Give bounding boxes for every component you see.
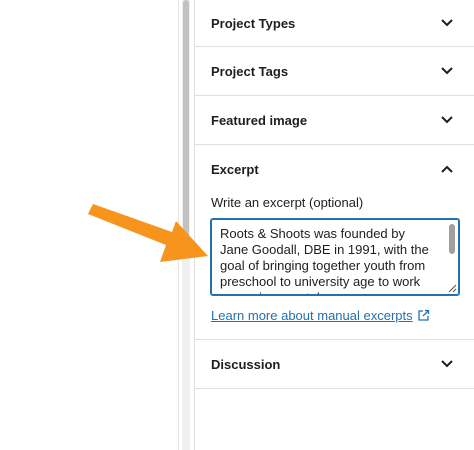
panel-title: Discussion — [211, 356, 281, 372]
panel-title: Excerpt — [211, 161, 259, 177]
chevron-down-icon — [435, 59, 459, 83]
chevron-up-icon — [435, 157, 459, 181]
learn-more-excerpts-link[interactable]: Learn more about manual excerpts — [211, 308, 430, 323]
panel-excerpt: Excerpt Write an excerpt (optional) Root… — [195, 145, 474, 340]
panel-title: Project Types — [211, 15, 296, 31]
excerpt-textarea-frame: Roots & Shoots was founded by Jane Gooda… — [211, 219, 459, 295]
chevron-down-icon — [435, 108, 459, 132]
excerpt-textarea[interactable]: Roots & Shoots was founded by Jane Gooda… — [212, 220, 444, 294]
panel-title: Project Tags — [211, 63, 289, 79]
panel-project-types-toggle[interactable]: Project Types — [195, 0, 474, 46]
chevron-down-icon — [435, 11, 459, 35]
panel-featured-image-toggle[interactable]: Featured image — [195, 96, 474, 144]
panel-project-types: Project Types — [195, 0, 474, 47]
learn-more-link-text: Learn more about manual excerpts — [211, 308, 413, 323]
panel-project-tags: Project Tags — [195, 47, 474, 96]
panel-featured-image: Featured image — [195, 96, 474, 145]
panel-title: Featured image — [211, 112, 308, 128]
excerpt-label: Write an excerpt (optional) — [211, 195, 364, 210]
settings-sidebar: Project Types Project Tags Featured imag… — [194, 0, 474, 450]
orange-arrow-annotation-icon — [88, 204, 208, 262]
panel-excerpt-toggle[interactable]: Excerpt — [195, 145, 474, 193]
panel-discussion-toggle[interactable]: Discussion — [195, 340, 474, 388]
chevron-down-icon — [435, 352, 459, 376]
external-link-icon — [417, 309, 429, 321]
textarea-scrollbar-thumb[interactable] — [449, 224, 455, 254]
resize-handle-icon[interactable] — [448, 284, 457, 293]
panel-discussion: Discussion — [195, 340, 474, 389]
panel-project-tags-toggle[interactable]: Project Tags — [195, 47, 474, 95]
excerpt-body: Write an excerpt (optional) Roots & Shoo… — [195, 195, 474, 339]
